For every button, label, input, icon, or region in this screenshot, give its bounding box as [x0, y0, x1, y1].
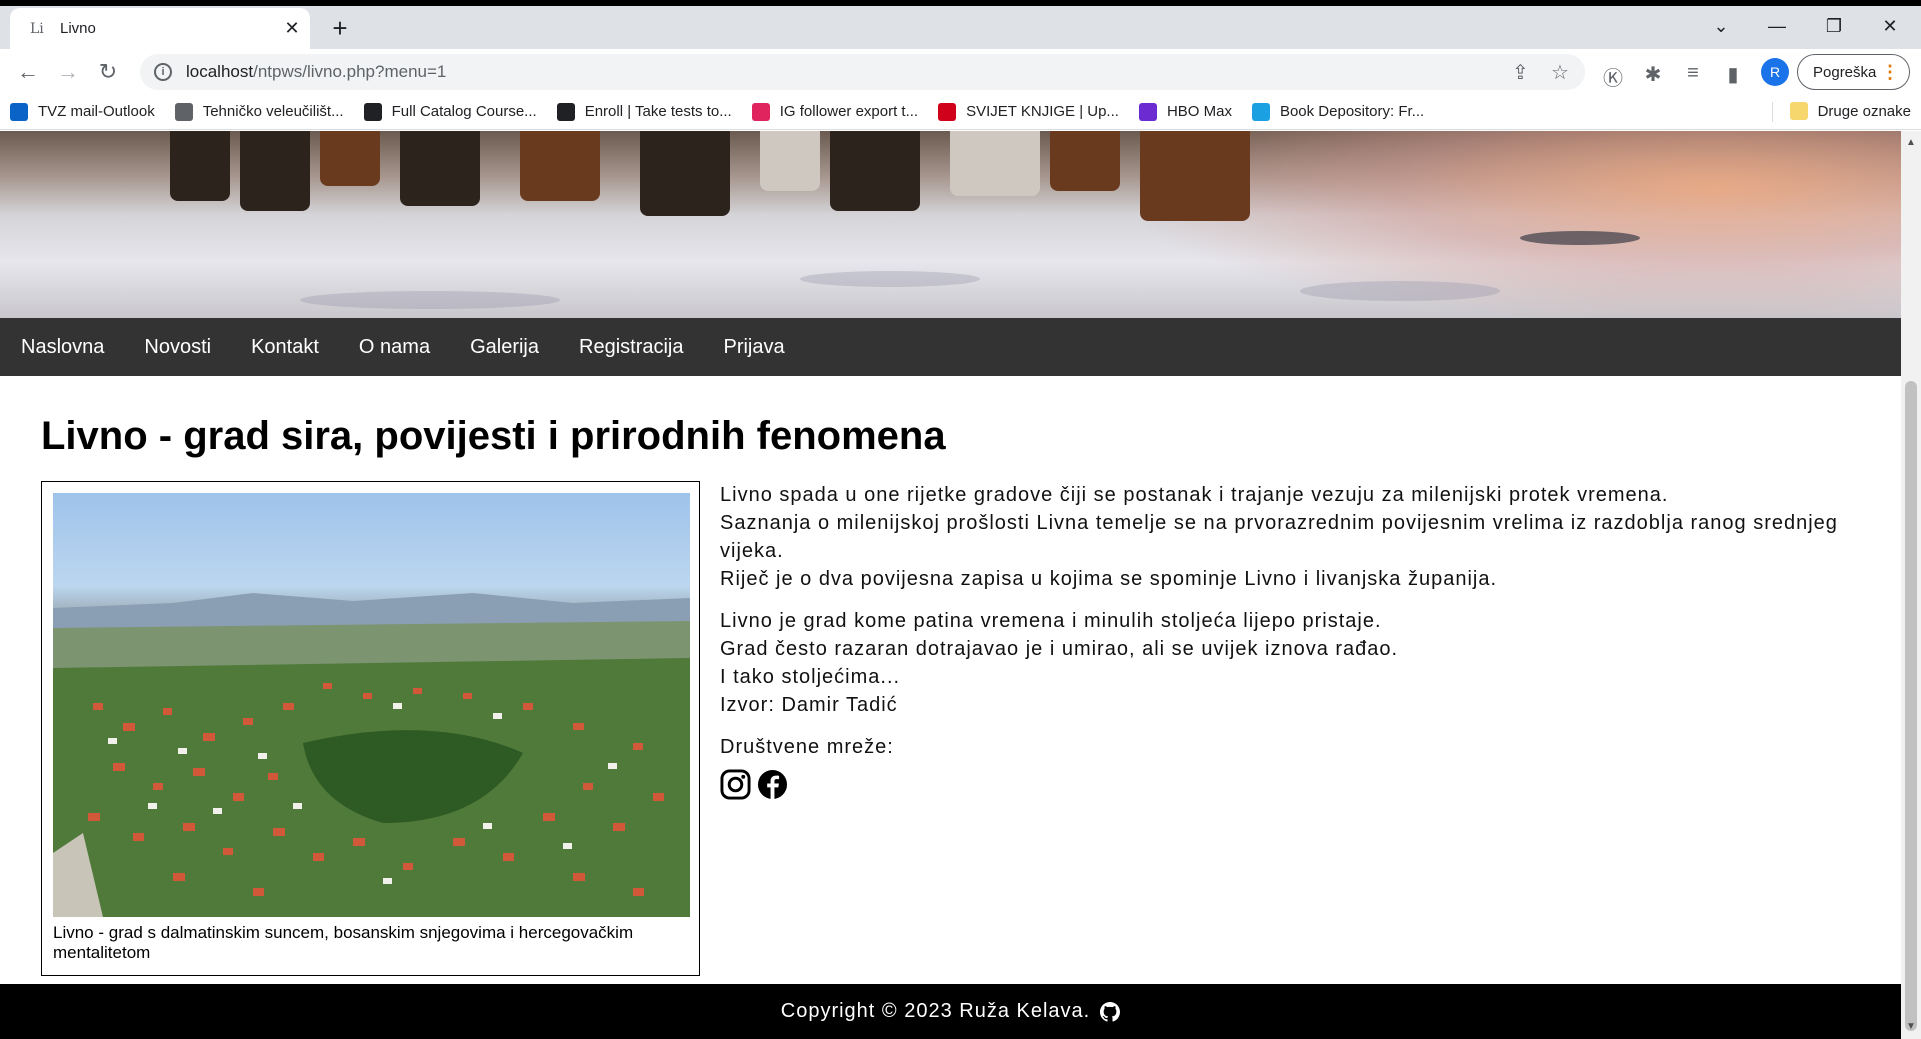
social-links [720, 769, 1870, 800]
header-banner-image [0, 131, 1901, 318]
extensions-puzzle-icon[interactable]: ✱ [1640, 62, 1666, 87]
tab-strip: Li Livno ✕ + ⌄ — ❐ ✕ [0, 6, 1921, 49]
article-text: Livno spada u one rijetke gradove čiji s… [720, 481, 1870, 800]
bookmark-item[interactable]: IG follower export t... [742, 102, 928, 121]
figure-caption: Livno - grad s dalmatinskim suncem, bosa… [53, 923, 634, 962]
globe-icon [174, 102, 193, 121]
folder-icon [1789, 102, 1808, 120]
tab-title: Livno [60, 20, 96, 37]
paragraph-2: Livno je grad kome patina vremena i minu… [720, 610, 1399, 716]
update-error-button[interactable]: Pogreška ⋮ [1797, 54, 1910, 90]
close-tab-icon[interactable]: ✕ [274, 18, 310, 39]
paragraph-1: Livno spada u one rijetke gradove čiji s… [720, 484, 1838, 590]
nav-novosti[interactable]: Novosti [144, 336, 211, 359]
page-viewport: Naslovna Novosti Kontakt O nama Galerija… [0, 131, 1901, 1039]
back-icon[interactable]: ← [13, 57, 43, 87]
nav-naslovna[interactable]: Naslovna [21, 336, 104, 359]
page-scrollbar[interactable]: ▲ ▼ [1901, 131, 1921, 1039]
scroll-up-icon[interactable]: ▲ [1906, 137, 1916, 148]
reload-icon[interactable]: ↻ [93, 57, 123, 87]
catalog-icon [363, 102, 382, 121]
nav-prijava[interactable]: Prijava [723, 336, 784, 359]
ig-export-icon [751, 102, 770, 121]
minimize-icon[interactable]: — [1757, 16, 1797, 37]
nav-galerija[interactable]: Galerija [470, 336, 539, 359]
svijet-icon [938, 102, 957, 121]
page-title: Livno - grad sira, povijesti i prirodnih… [41, 414, 946, 458]
bookmark-item[interactable]: SVIJET KNJIGE | Up... [928, 102, 1129, 121]
restore-icon[interactable]: ❐ [1814, 16, 1854, 37]
new-tab-icon[interactable]: + [325, 14, 355, 42]
site-info-icon[interactable]: i [154, 63, 172, 81]
profile-avatar[interactable]: R [1761, 58, 1789, 86]
other-bookmarks[interactable]: Druge oznake [1789, 102, 1911, 120]
github-icon[interactable] [1100, 1001, 1121, 1022]
tab-search-icon[interactable]: ⌄ [1701, 16, 1741, 37]
city-figure: Livno - grad s dalmatinskim suncem, bosa… [41, 481, 700, 976]
tab-livno[interactable]: Li Livno ✕ [10, 8, 310, 49]
page-footer: Copyright © 2023 Ruža Kelava. [0, 984, 1901, 1039]
nav-o-nama[interactable]: O nama [359, 336, 430, 359]
horse-icon [556, 102, 575, 121]
bookmark-item[interactable]: Tehničko veleučilišt... [165, 102, 354, 121]
social-label: Društvene mreže: [720, 736, 894, 758]
reading-list-icon[interactable]: ≡ [1680, 62, 1706, 85]
facebook-icon[interactable] [757, 769, 788, 800]
instagram-icon[interactable] [720, 769, 751, 800]
bookmark-item[interactable]: Book Depository: Fr... [1242, 102, 1434, 121]
side-panel-icon[interactable]: ▮ [1720, 62, 1746, 87]
footer-copyright: Copyright © 2023 Ruža Kelava. [780, 1000, 1091, 1022]
hbo-icon [1138, 102, 1157, 121]
nav-kontakt[interactable]: Kontakt [251, 336, 319, 359]
bookmark-item[interactable]: Enroll | Take tests to... [547, 102, 742, 121]
scroll-down-icon[interactable]: ▼ [1906, 1021, 1916, 1032]
share-icon[interactable]: ⇪ [1512, 60, 1529, 85]
bookmarks-separator [1772, 102, 1773, 122]
main-nav: Naslovna Novosti Kontakt O nama Galerija… [0, 318, 1901, 376]
bookmark-blue-icon [1251, 102, 1270, 121]
extension-k-icon[interactable]: Ⓚ [1600, 62, 1626, 91]
bookmark-item[interactable]: Full Catalog Course... [354, 102, 547, 121]
outlook-icon [10, 102, 28, 121]
nav-registracija[interactable]: Registracija [579, 336, 683, 359]
forward-icon[interactable]: → [53, 57, 83, 87]
menu-dots-icon: ⋮ [1881, 62, 1899, 82]
bookmark-item[interactable]: TVZ mail-Outlook [0, 102, 165, 121]
bookmark-item[interactable]: HBO Max [1129, 102, 1242, 121]
livno-city-photo [53, 493, 690, 917]
scrollbar-thumb[interactable] [1905, 381, 1917, 1031]
browser-toolbar: ← → ↻ i localhost/ntpws/livno.php?menu=1… [0, 49, 1921, 94]
address-bar[interactable]: i localhost/ntpws/livno.php?menu=1 ⇪ ☆ [140, 54, 1585, 90]
tab-favicon: Li [30, 20, 44, 37]
url-text: localhost/ntpws/livno.php?menu=1 [186, 62, 447, 81]
close-window-icon[interactable]: ✕ [1870, 16, 1910, 37]
bookmark-star-icon[interactable]: ☆ [1551, 60, 1569, 85]
bookmarks-bar: TVZ mail-Outlook Tehničko veleučilišt... F… [0, 94, 1921, 130]
